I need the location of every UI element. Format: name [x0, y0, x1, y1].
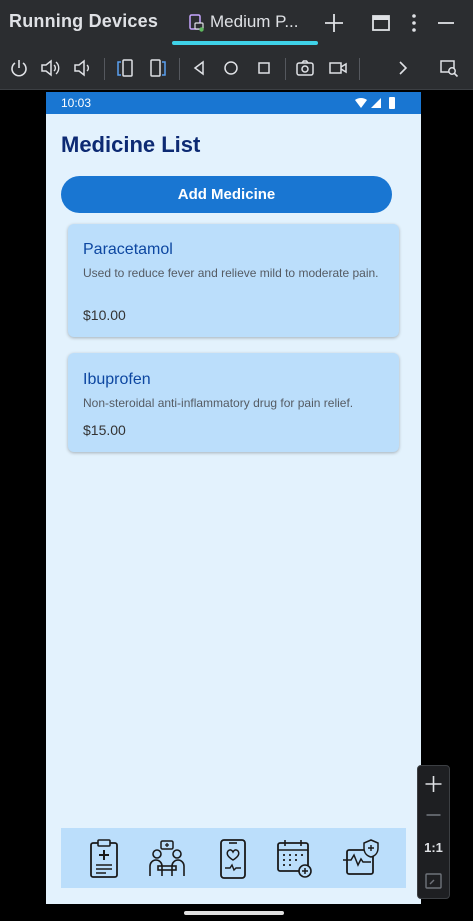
medicine-name: Ibuprofen [83, 371, 151, 388]
medicine-description: Non-steroidal anti-inflammatory drug for… [83, 396, 354, 410]
gesture-home-bar[interactable] [184, 911, 284, 915]
home-icon[interactable] [221, 58, 241, 78]
medicine-price: $15.00 [83, 422, 126, 438]
phone-health-icon[interactable] [213, 838, 253, 880]
power-icon[interactable] [9, 58, 29, 78]
toolbar-divider [179, 58, 180, 80]
fit-screen-icon[interactable] [418, 866, 449, 896]
toolbar-divider [285, 58, 286, 80]
zoom-controls: 1:1 [417, 765, 450, 899]
overview-icon[interactable] [254, 58, 274, 78]
status-time: 10:03 [61, 96, 92, 110]
volume-down-icon[interactable] [72, 58, 92, 78]
screen-record-icon[interactable] [328, 58, 348, 78]
rotate-right-icon[interactable] [148, 58, 168, 78]
screenshot-icon[interactable] [295, 58, 315, 78]
consultation-icon[interactable] [147, 838, 187, 880]
device-tab[interactable]: Medium P... [172, 0, 320, 46]
volume-up-icon[interactable] [40, 58, 60, 78]
minimize-icon[interactable] [434, 11, 458, 35]
window-icon[interactable] [369, 11, 393, 35]
status-icons [355, 97, 395, 109]
plus-icon[interactable] [322, 11, 346, 35]
page-title: Medicine List [61, 132, 201, 157]
bottom-navigation [61, 828, 406, 888]
health-shield-icon[interactable] [341, 838, 381, 880]
back-icon[interactable] [189, 58, 209, 78]
signal-icon [371, 98, 381, 108]
chevron-right-icon[interactable] [393, 58, 413, 78]
phone-screen: 10:03 Medicine List Add Medicine Paracet… [46, 92, 421, 904]
device-explorer-icon[interactable] [439, 58, 459, 78]
battery-icon [389, 97, 395, 109]
toolbar-divider [104, 58, 105, 80]
active-tab-indicator [172, 41, 318, 45]
toolbar-divider [359, 58, 360, 80]
title-bar: Running Devices Medium P... [0, 0, 473, 46]
add-medicine-button[interactable]: Add Medicine [61, 176, 392, 213]
device-tab-label: Medium P... [210, 12, 299, 31]
medicine-price: $10.00 [83, 307, 126, 323]
medicine-description: Used to reduce fever and relieve mild to… [83, 266, 379, 280]
medicine-name: Paracetamol [83, 241, 173, 258]
zoom-out-icon[interactable] [418, 800, 449, 830]
phone-device-icon [189, 14, 204, 32]
calendar-appointment-icon[interactable] [275, 838, 315, 880]
panel-title: Running Devices [9, 11, 159, 31]
actual-size-button[interactable]: 1:1 [418, 840, 449, 855]
device-toolbar [0, 46, 473, 90]
rotate-left-icon[interactable] [115, 58, 135, 78]
wifi-icon [355, 98, 367, 108]
status-bar: 10:03 [46, 92, 421, 114]
prescription-icon[interactable] [85, 838, 125, 880]
medicine-card[interactable]: Ibuprofen Non-steroidal anti-inflammator… [68, 353, 399, 452]
more-vertical-icon[interactable] [402, 11, 426, 35]
zoom-in-icon[interactable] [418, 769, 449, 799]
medicine-card[interactable]: Paracetamol Used to reduce fever and rel… [68, 224, 399, 337]
